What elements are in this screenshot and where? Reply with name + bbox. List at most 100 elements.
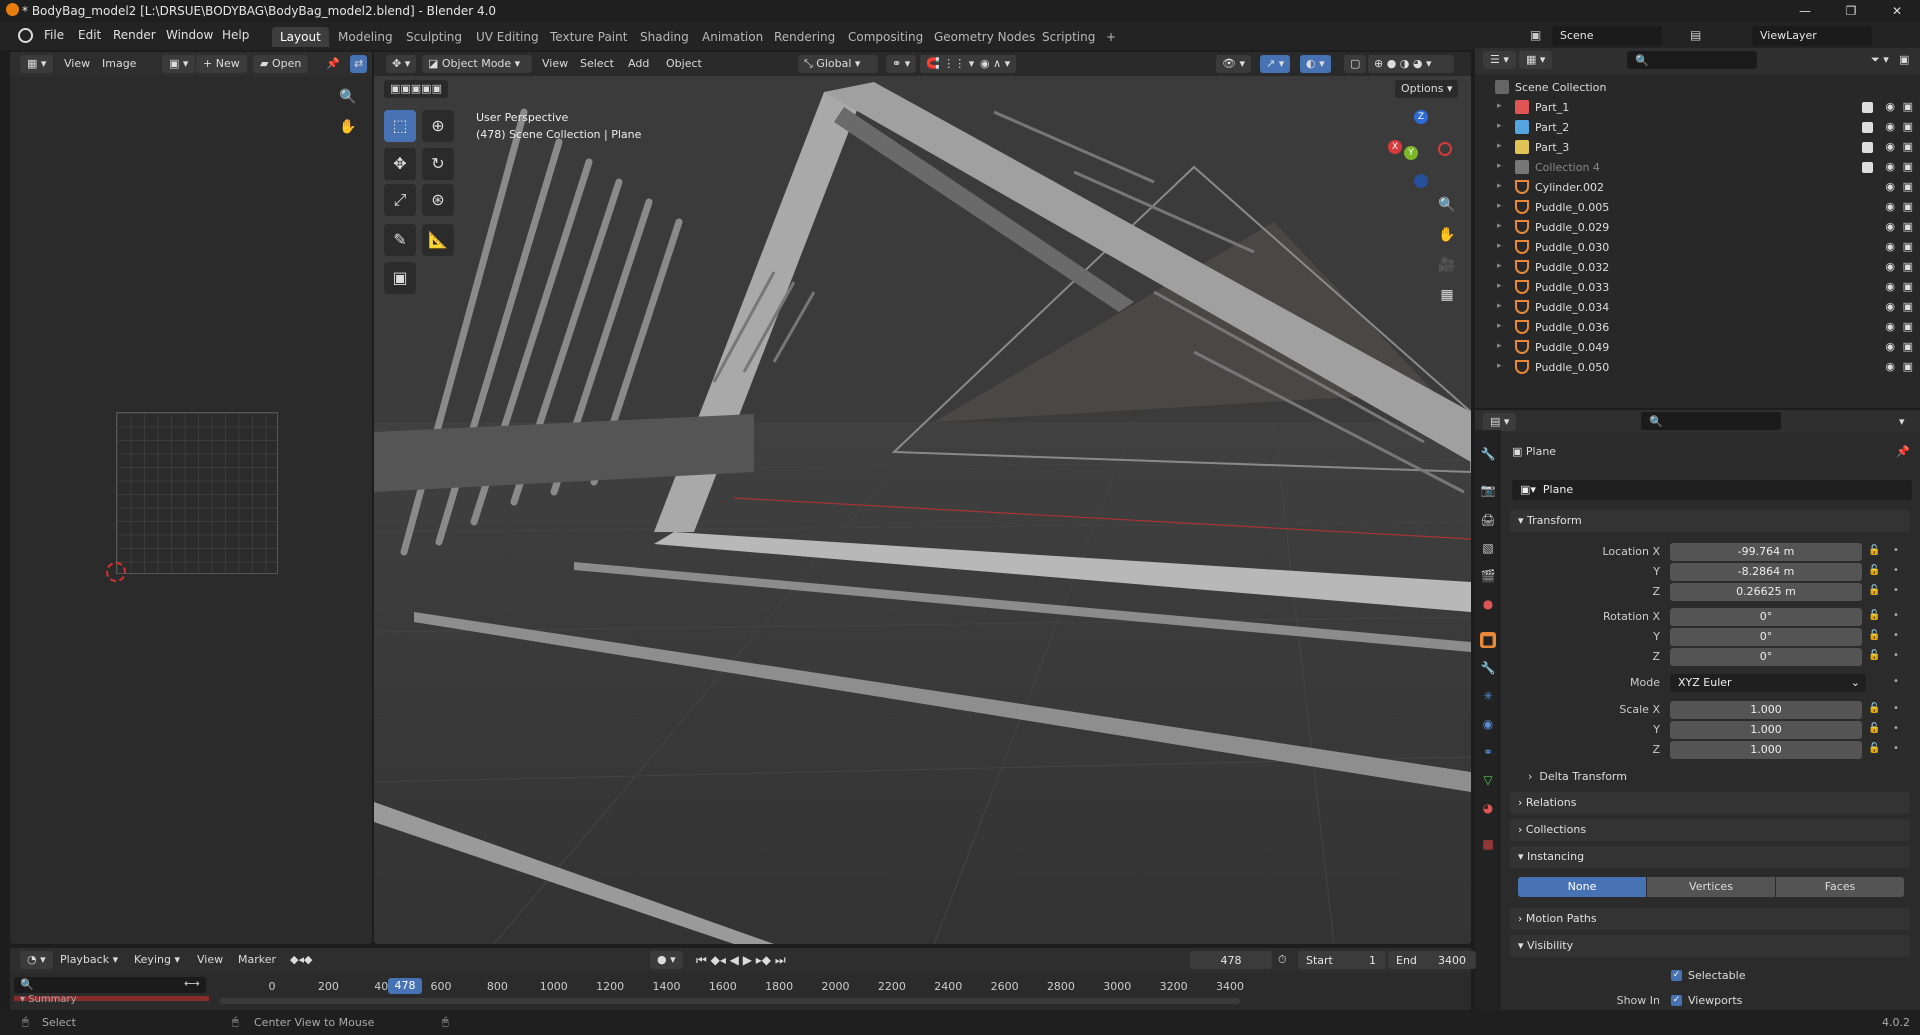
eye-icon[interactable]: ◉ [1885,280,1895,293]
gizmo-y-axis[interactable]: Y [1404,146,1418,160]
lock-icon[interactable]: 🔓 [1868,650,1880,661]
expand-arrow-icon[interactable]: ▸ [1497,121,1502,131]
eye-icon[interactable]: ◉ [1885,120,1895,133]
auto-key-icon[interactable]: ● ▾ [650,951,683,969]
viewport-zoom-icon[interactable]: 🔍 [1436,194,1458,216]
expand-arrow-icon[interactable]: ▸ [1497,241,1502,251]
keyframe-dot-icon[interactable]: • [1893,703,1899,714]
rotation-x-field[interactable]: 0° [1670,608,1862,626]
outliner-search-input[interactable]: 🔍 [1627,51,1757,69]
tab-modeling[interactable]: Modeling [330,27,401,47]
blender-menu-icon[interactable] [18,28,33,43]
camera-render-icon[interactable]: ▣ [1903,320,1913,333]
image-menu-view[interactable]: View [64,57,90,70]
menu-render[interactable]: Render [113,28,156,42]
editor-type-icon[interactable]: ▦ ▾ [20,55,54,73]
tab-animation[interactable]: Animation [694,27,771,47]
keyframe-dot-icon[interactable]: • [1893,545,1899,556]
render-tab-icon[interactable]: 📷 [1480,482,1496,498]
filter-icon[interactable]: ⏷ ▾ [1871,53,1889,67]
playback-controls[interactable]: ⏮ ◆◂ ◀ ▶ ▸◆ ⏭ [696,953,786,968]
camera-render-icon[interactable]: ▣ [1903,340,1913,353]
start-frame-field[interactable]: Start 1 [1298,951,1386,969]
eye-icon[interactable]: ◉ [1885,320,1895,333]
output-tab-icon[interactable]: 🖨 [1480,512,1496,528]
constraints-tab-icon[interactable]: ⚭ [1480,744,1496,760]
view-layer-selector[interactable]: ViewLayer [1752,26,1872,46]
outliner-row[interactable]: ▸ Puddle_0.050 ◉ ▣ [1475,358,1920,378]
image-menu-image[interactable]: Image [102,57,136,70]
image-open-button[interactable]: ▰ Open [253,55,309,73]
camera-render-icon[interactable]: ▣ [1903,280,1913,293]
transform-tool[interactable]: ⊛ [422,184,454,216]
keyframe-dot-icon[interactable]: • [1893,630,1899,641]
location-y-field[interactable]: -8.2864 m [1670,563,1862,581]
lock-icon[interactable]: 🔓 [1868,630,1880,641]
texture-tab-icon[interactable]: ▩ [1480,836,1496,852]
scale-tool[interactable]: ⤢ [384,184,416,216]
keyframe-dot-icon[interactable]: • [1893,676,1899,687]
timeline-menu-keying[interactable]: Keying ▾ [134,953,180,966]
expand-arrow-icon[interactable]: ▸ [1497,301,1502,311]
current-frame-field[interactable]: 478 [1190,951,1272,969]
viewport-menu-object[interactable]: Object [666,57,702,70]
expand-arrow-icon[interactable]: ▸ [1497,361,1502,371]
eye-icon[interactable]: ◉ [1885,300,1895,313]
object-name-field[interactable]: ▣▾ Plane [1512,480,1912,500]
maximize-button[interactable]: ❐ [1828,0,1874,22]
camera-render-icon[interactable]: ▣ [1903,300,1913,313]
keyframe-dot-icon[interactable]: • [1893,565,1899,576]
keyframe-dot-icon[interactable]: • [1893,650,1899,661]
cursor-tool[interactable]: ⊕ [422,110,454,142]
transform-panel-header[interactable]: ▾ Transform [1510,510,1910,532]
selectable-checkbox[interactable]: ✓ [1671,970,1682,981]
exclude-checkbox[interactable] [1862,122,1873,133]
camera-render-icon[interactable]: ▣ [1903,160,1913,173]
lock-icon[interactable]: 🔓 [1868,565,1880,576]
image-browse-icon[interactable]: ▣ ▾ [162,55,196,73]
outliner-row[interactable]: ▸ Puddle_0.029 ◉ ▣ [1475,218,1920,238]
scene-selector[interactable]: Scene [1552,26,1662,46]
lock-icon[interactable]: 🔓 [1868,743,1880,754]
physics-tab-icon[interactable]: ◉ [1480,716,1496,732]
proportional-edit-icon[interactable]: ◉ ∧ ▾ [974,55,1017,73]
eye-icon[interactable]: ◉ [1885,100,1895,113]
viewport-pan-icon[interactable]: ✋ [1436,224,1458,246]
camera-render-icon[interactable]: ▣ [1903,220,1913,233]
display-mode-icon[interactable]: ▦ ▾ [1519,51,1553,69]
eye-icon[interactable]: ◉ [1885,140,1895,153]
view-layer-tab-icon[interactable]: ▧ [1480,540,1496,556]
end-frame-field[interactable]: End 3400 [1388,951,1476,969]
expand-arrow-icon[interactable]: ▸ [1497,201,1502,211]
eye-icon[interactable]: ◉ [1885,260,1895,273]
tab-texture-paint[interactable]: Texture Paint [542,27,635,47]
eye-icon[interactable]: ◉ [1885,160,1895,173]
camera-render-icon[interactable]: ▣ [1903,100,1913,113]
expand-arrow-icon[interactable]: ▸ [1497,181,1502,191]
eye-icon[interactable]: ◉ [1885,180,1895,193]
ortho-toggle-icon[interactable]: ▦ [1436,284,1458,306]
camera-render-icon[interactable]: ▣ [1903,180,1913,193]
lock-icon[interactable]: 🔓 [1868,723,1880,734]
new-collection-icon[interactable]: ▣ [1899,53,1909,66]
expand-arrow-icon[interactable]: ▸ [1497,341,1502,351]
menu-file[interactable]: File [44,28,64,42]
lock-icon[interactable]: 🔓 [1868,703,1880,714]
pin-icon[interactable]: 📌 [326,57,340,70]
add-cube-tool[interactable]: ▣ [384,262,416,294]
tab-layout[interactable]: Layout [272,27,329,47]
viewport-editor-type[interactable]: ✥ ▾ [386,55,417,73]
scale-y-field[interactable]: 1.000 [1670,721,1862,739]
outliner-row[interactable]: ▸ Part_3 ◉ ▣ [1475,138,1920,158]
scene-tab-icon[interactable]: 🎬 [1480,568,1496,584]
outliner-row[interactable]: ▸ Part_1 ◉ ▣ [1475,98,1920,118]
pivot-icon[interactable]: ⚭ ▾ [886,55,917,73]
viewport-menu-select[interactable]: Select [580,57,614,70]
timeline-editor-type[interactable]: ◔ ▾ [20,951,53,969]
viewports-checkbox[interactable]: ✓ [1671,995,1682,1006]
close-button[interactable]: ✕ [1874,0,1920,22]
expand-arrow-icon[interactable]: ▸ [1497,161,1502,171]
expand-arrow-icon[interactable]: ▸ [1497,101,1502,111]
pin-properties-icon[interactable]: 📌 [1896,445,1910,458]
viewport-menu-add[interactable]: Add [628,57,649,70]
